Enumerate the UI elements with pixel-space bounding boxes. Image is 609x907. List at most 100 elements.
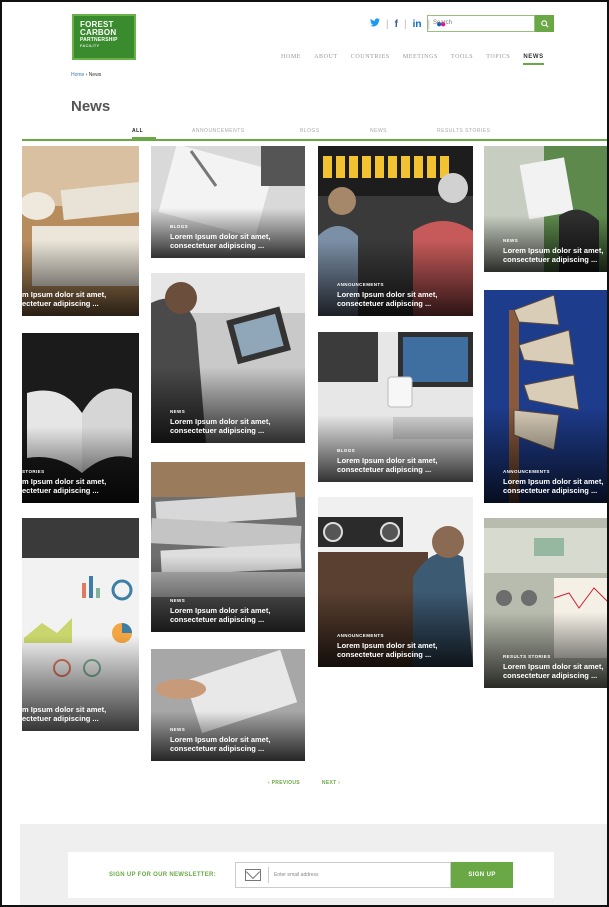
news-tile[interactable]: ANNOUNCEMENTS Lorem Ipsum dolor sit amet… [318,497,473,667]
tab-news[interactable]: NEWS [370,128,387,134]
tile-category: NEWS [170,409,186,414]
tile-title: Lorem Ipsum dolor sit amet, [170,417,271,426]
tile-category: NEWS [503,238,519,243]
filter-tabs: ALL ANNOUNCEMENTS BLOGS NEWS RESULTS STO… [22,124,608,141]
nav-countries[interactable]: COUNTRIES [351,54,390,65]
breadcrumb-home[interactable]: Home [71,72,84,78]
tile-category: BLOGS [170,224,189,229]
tile-label: NEWS Lorem Ipsum dolor sit amet, consect… [503,238,603,264]
news-tile[interactable]: m Ipsum dolor sit amet, ectetuer adipisc… [22,518,139,731]
site-logo[interactable]: FOREST CARBON PARTNERSHIP FACILITY [72,14,136,60]
tile-label: m Ipsum dolor sit amet, ectetuer adipisc… [22,705,106,723]
nav-tools[interactable]: TOOLS [451,54,473,65]
search-button[interactable] [535,15,554,32]
tile-title: m Ipsum dolor sit amet, [22,477,107,486]
news-tile[interactable]: BLOGS Lorem Ipsum dolor sit amet, consec… [151,146,305,258]
search-input[interactable]: Search [427,15,535,32]
news-tile[interactable]: NEWS Lorem Ipsum dolor sit amet, consect… [151,649,305,761]
previous-link[interactable]: ‹ PREVIOUS [268,780,300,786]
nav-news[interactable]: NEWS [523,54,544,65]
tab-announcements[interactable]: ANNOUNCEMENTS [192,128,245,134]
email-field[interactable]: Enter email address [235,862,451,888]
tile-label: ANNOUNCEMENTS Lorem Ipsum dolor sit amet… [337,633,437,659]
nav-topics[interactable]: TOPICS [486,54,510,65]
tile-title: m Ipsum dolor sit amet, [22,290,107,299]
tile-title: Lorem Ipsum dolor sit amet, [170,735,271,744]
next-link[interactable]: NEXT › [322,780,340,786]
tile-label: ANNOUNCEMENTS Lorem Ipsum dolor sit amet… [503,469,603,495]
tile-label: BLOGS Lorem Ipsum dolor sit amet, consec… [170,224,270,250]
breadcrumb-current: News [88,72,102,78]
tile-title: ectetuer adipiscing ... [22,714,99,723]
news-tile[interactable]: ANNOUNCEMENTS Lorem Ipsum dolor sit amet… [318,146,473,316]
tile-category: BLOGS [337,448,356,453]
news-tile[interactable]: BLOGS Lorem Ipsum dolor sit amet, consec… [318,332,473,482]
newsletter-label: SIGN UP FOR OUR NEWSLETTER: [109,872,216,878]
tab-all[interactable]: ALL [132,128,143,134]
main-nav: HOME ABOUT COUNTRIES MEETINGS TOOLS TOPI… [281,54,544,65]
nav-home[interactable]: HOME [281,54,301,65]
search-icon [540,19,549,28]
tile-category: RESULTS STORIES [503,654,551,659]
news-tile[interactable]: NEWS Lorem Ipsum dolor sit amet, consect… [151,273,305,443]
page-title: News [71,98,111,115]
social-divider: | [403,18,407,30]
tile-label: BLOGS Lorem Ipsum dolor sit amet, consec… [337,448,437,474]
tile-title: consectetuer adipiscing ... [503,486,598,495]
tab-blogs[interactable]: BLOGS [300,128,320,134]
active-tab-indicator [132,137,156,140]
tile-title: Lorem Ipsum dolor sit amet, [337,456,438,465]
pagination: ‹ PREVIOUS NEXT › [268,780,340,786]
linkedin-icon[interactable]: in [413,19,422,30]
tile-title: consectetuer adipiscing ... [503,671,598,680]
tile-title: Lorem Ipsum dolor sit amet, [170,232,271,241]
logo-text-line-4: FACILITY [80,43,100,48]
news-tile[interactable]: STORIES m Ipsum dolor sit amet, ectetuer… [22,333,139,503]
tile-title: consectetuer adipiscing ... [170,426,265,435]
tile-title: Lorem Ipsum dolor sit amet, [170,606,271,615]
tile-category: STORIES [22,469,45,474]
tile-title: Lorem Ipsum dolor sit amet, [503,477,604,486]
tile-title: consectetuer adipiscing ... [337,465,432,474]
tile-title: ectetuer adipiscing ... [22,299,99,308]
tile-category: ANNOUNCEMENTS [337,633,384,638]
news-tile[interactable]: m Ipsum dolor sit amet, ectetuer adipisc… [22,146,139,316]
nav-about[interactable]: ABOUT [314,54,338,65]
tile-title: consectetuer adipiscing ... [170,744,265,753]
tile-label: RESULTS STORIES Lorem Ipsum dolor sit am… [503,654,603,680]
tile-label: ANNOUNCEMENTS Lorem Ipsum dolor sit amet… [337,282,437,308]
facebook-icon[interactable]: f [395,19,398,30]
tile-label: m Ipsum dolor sit amet, ectetuer adipisc… [22,290,106,308]
tile-title: Lorem Ipsum dolor sit amet, [503,662,604,671]
tile-label: NEWS Lorem Ipsum dolor sit amet, consect… [170,727,270,753]
breadcrumb: Home › News [71,72,101,78]
tile-title: Lorem Ipsum dolor sit amet, [337,641,438,650]
email-placeholder: Enter email address [274,872,319,878]
tile-category: ANNOUNCEMENTS [337,282,384,287]
logo-text-line-2: CARBON [80,28,117,37]
tile-label: NEWS Lorem Ipsum dolor sit amet, consect… [170,598,270,624]
tab-results-stories[interactable]: RESULTS STORIES [437,128,490,134]
tile-category: NEWS [170,727,186,732]
nav-meetings[interactable]: MEETINGS [403,54,438,65]
tile-title: consectetuer adipiscing ... [503,255,598,264]
tile-title: m Ipsum dolor sit amet, [22,705,107,714]
field-divider [268,867,269,883]
tile-title: Lorem Ipsum dolor sit amet, [503,246,604,255]
tile-category: ANNOUNCEMENTS [503,469,550,474]
tile-title: ectetuer adipiscing ... [22,486,99,495]
tile-title: consectetuer adipiscing ... [337,299,432,308]
tile-label: STORIES m Ipsum dolor sit amet, ectetuer… [22,469,106,495]
social-divider: | [386,18,389,30]
news-tile[interactable]: RESULTS STORIES Lorem Ipsum dolor sit am… [484,518,609,688]
tile-category: NEWS [170,598,186,603]
signup-button[interactable]: SIGN UP [451,862,513,888]
tile-label: NEWS Lorem Ipsum dolor sit amet, consect… [170,409,270,435]
tile-title: consectetuer adipiscing ... [337,650,432,659]
twitter-icon[interactable] [370,18,380,30]
tile-title: consectetuer adipiscing ... [170,615,265,624]
news-tile[interactable]: NEWS Lorem Ipsum dolor sit amet, consect… [484,146,609,272]
news-tile[interactable]: NEWS Lorem Ipsum dolor sit amet, consect… [151,462,305,632]
tile-title: consectetuer adipiscing ... [170,241,265,250]
news-tile[interactable]: ANNOUNCEMENTS Lorem Ipsum dolor sit amet… [484,290,609,503]
